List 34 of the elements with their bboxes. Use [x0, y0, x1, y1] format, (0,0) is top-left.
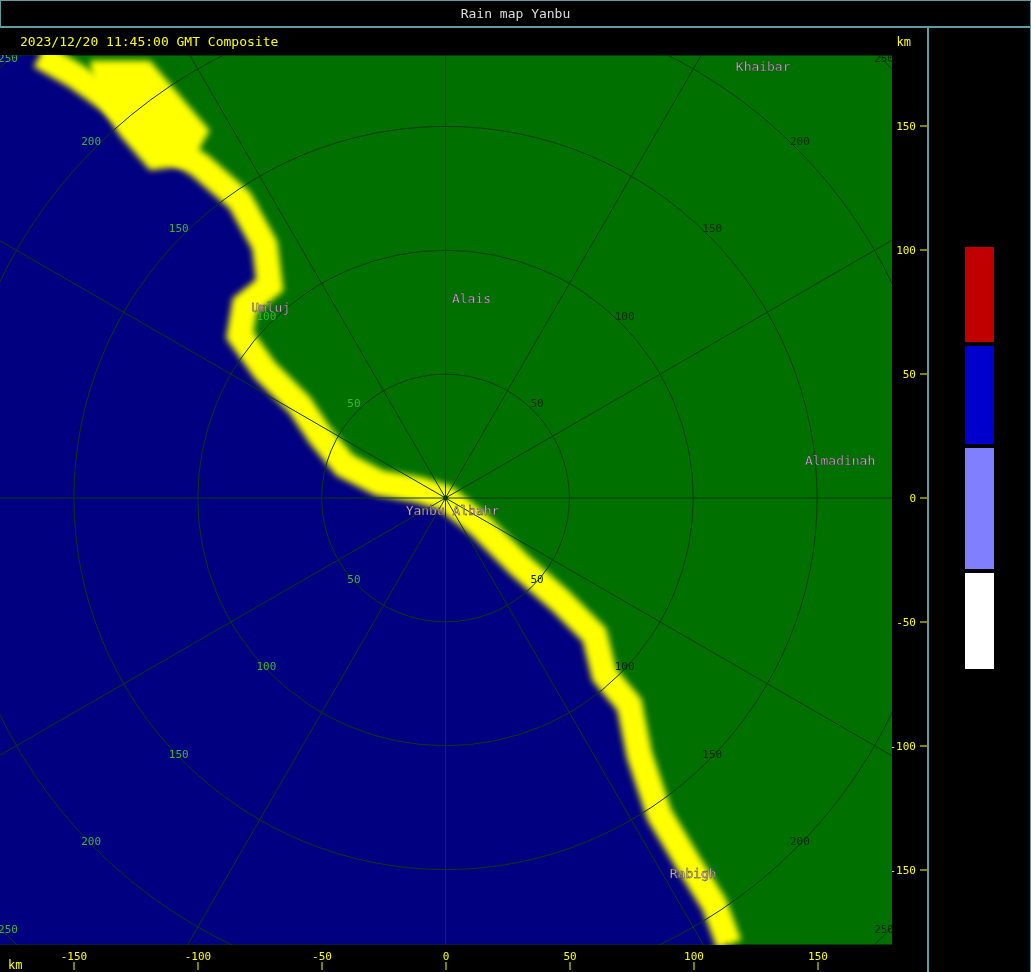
unit-label: km [896, 33, 911, 51]
range-label: 100 [614, 309, 635, 323]
range-label: 200 [81, 835, 102, 849]
city-label: Almadinah [804, 453, 876, 469]
axis-label: 50 [902, 368, 917, 381]
axis-label: -150 [892, 864, 917, 877]
range-label: 150 [702, 747, 723, 761]
timestamp-text: 2023/12/20 11:45:00 GMT Composite [20, 32, 279, 51]
axis-label: 0 [442, 950, 450, 963]
axis-label: 150 [808, 950, 828, 963]
range-label: 50 [347, 397, 361, 411]
axis-label: -100 [184, 950, 212, 963]
axis-label: -50 [896, 616, 917, 629]
range-label: 150 [168, 222, 189, 236]
axis-label: -100 [892, 740, 917, 753]
city-label: Khaibar [735, 59, 791, 75]
axis-label: 0 [909, 492, 917, 505]
range-label: 50 [347, 572, 361, 586]
range-label: 50 [530, 397, 544, 411]
range-label: 200 [81, 134, 102, 148]
range-label: 100 [256, 660, 277, 674]
window-title: Rain map Yanbu [460, 4, 571, 23]
axis-label: 100 [684, 950, 704, 963]
axis-label: 150 [896, 120, 917, 133]
axis-label: -50 [312, 950, 332, 963]
range-label: 150 [702, 222, 723, 236]
range-label: 150 [168, 747, 189, 761]
unit-label: km [8, 958, 23, 972]
city-label: Alais [451, 291, 491, 307]
axis-label: 50 [563, 950, 577, 963]
axis-label: -150 [60, 950, 88, 963]
range-label: 200 [789, 134, 810, 148]
range-label: 200 [789, 835, 810, 849]
axis-label: 100 [896, 244, 917, 257]
